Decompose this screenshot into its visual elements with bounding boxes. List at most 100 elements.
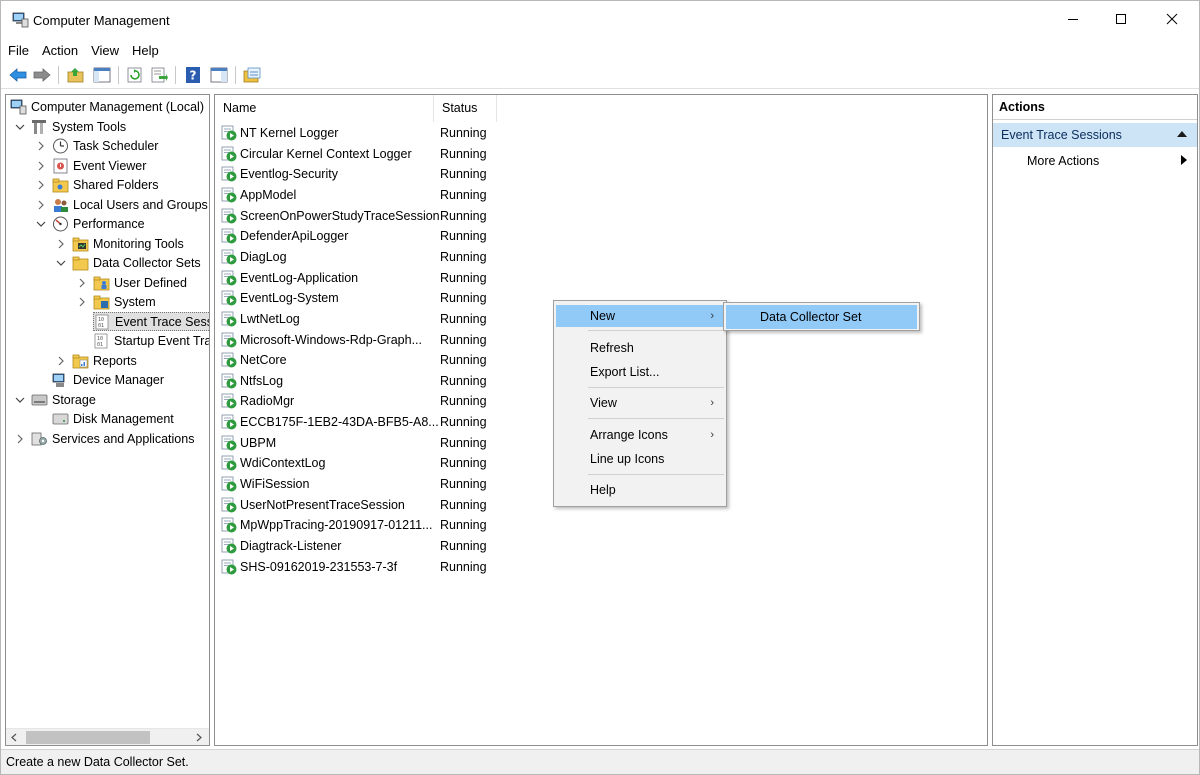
list-item[interactable]: Microsoft-Windows-Rdp-Graph... Running	[221, 330, 511, 350]
list-item-status: Running	[440, 415, 487, 430]
list-item[interactable]: NT Kernel Logger Running	[221, 123, 511, 143]
refresh-button[interactable]	[125, 65, 145, 85]
collapsed-chevron-icon[interactable]	[56, 356, 66, 366]
tree-item-shared-folders[interactable]: Shared Folders	[52, 175, 158, 194]
tree-item-disk-management[interactable]: Disk Management	[52, 409, 174, 428]
list-item[interactable]: NetCore Running	[221, 350, 511, 370]
tree-item-system-tools[interactable]: System Tools	[31, 117, 126, 136]
expanded-chevron-icon[interactable]	[15, 395, 25, 405]
list-item-name: NetCore	[240, 353, 287, 368]
tree-item-performance[interactable]: Performance	[52, 214, 145, 233]
maximize-button[interactable]	[1096, 1, 1146, 37]
menu-action[interactable]: Action	[35, 39, 84, 60]
tree-item-monitoring-tools[interactable]: Monitoring Tools	[72, 234, 184, 253]
tree-item-reports[interactable]: Reports	[72, 351, 137, 370]
scrollbar-thumb[interactable]	[26, 731, 150, 744]
collapsed-chevron-icon[interactable]	[15, 434, 25, 444]
list-item[interactable]: UBPM Running	[221, 433, 511, 453]
context-menu-item-view[interactable]: View ›	[556, 392, 724, 414]
list-item[interactable]: LwtNetLog Running	[221, 309, 511, 329]
context-menu-item-help[interactable]: Help	[556, 479, 724, 501]
list-item[interactable]: WiFiSession Running	[221, 474, 511, 494]
list-item-status: Running	[440, 126, 487, 140]
tree-item-label: Device Manager	[73, 372, 165, 387]
context-menu-item-line-up-icons[interactable]: Line up Icons	[556, 448, 724, 470]
up-one-level-button[interactable]	[66, 65, 86, 85]
collapsed-chevron-icon[interactable]	[56, 239, 66, 249]
show-hide-action-pane-button[interactable]	[209, 65, 229, 85]
export-list-icon	[151, 67, 168, 83]
list-item[interactable]: DiagLog Running	[221, 247, 511, 267]
list-item[interactable]: EventLog-System Running	[221, 288, 511, 308]
tree-item-startup-event-tra[interactable]: 10 01 Startup Event Tra	[93, 331, 209, 350]
tree-item-computer-management-local[interactable]: Computer Management (Local)	[10, 97, 204, 116]
tree-item-system[interactable]: System	[93, 292, 156, 311]
console-tree-pane[interactable]: Computer Management (Local) System Tools T…	[5, 94, 210, 746]
collapsed-chevron-icon[interactable]	[77, 278, 87, 288]
menu-file[interactable]: File	[1, 39, 35, 60]
tree-item-user-defined[interactable]: User Defined	[93, 273, 187, 292]
list-item[interactable]: Eventlog-Security Running	[221, 164, 511, 184]
new-data-collector-button[interactable]	[242, 65, 262, 85]
list-item[interactable]: Diagtrack-Listener Running	[221, 536, 511, 556]
list-item[interactable]: NtfsLog Running	[221, 371, 511, 391]
horizontal-scrollbar[interactable]	[6, 728, 209, 745]
list-item-status: Running	[440, 167, 487, 182]
list-item[interactable]: EventLog-Application Running	[221, 268, 511, 288]
help-button[interactable]: ?	[183, 65, 203, 85]
expanded-chevron-icon[interactable]	[15, 122, 25, 132]
tree-item-task-scheduler[interactable]: Task Scheduler	[52, 136, 158, 155]
collapsed-chevron-icon[interactable]	[36, 161, 46, 171]
computer-management-icon	[10, 99, 27, 114]
computer-management-icon	[12, 12, 29, 28]
list-item[interactable]: RadioMgr Running	[221, 391, 511, 411]
list-item[interactable]: DefenderApiLogger Running	[221, 226, 511, 246]
list-item[interactable]: SHS-09162019-231553-7-3f Running	[221, 557, 511, 577]
tree-item-event-viewer[interactable]: Event Viewer	[52, 156, 146, 175]
tree-item-local-users-and-groups[interactable]: Local Users and Groups	[52, 195, 208, 214]
export-list-button[interactable]	[149, 65, 169, 85]
list-item[interactable]: Circular Kernel Context Logger Running	[221, 144, 511, 164]
context-menu-item-arrange-icons[interactable]: Arrange Icons ›	[556, 424, 724, 446]
collapsed-chevron-icon[interactable]	[77, 297, 87, 307]
list-item[interactable]: ScreenOnPowerStudyTraceSession Running	[221, 206, 511, 226]
show-hide-console-tree-button[interactable]	[92, 65, 112, 85]
list-item-name: UBPM	[240, 435, 277, 450]
context-menu-item-new[interactable]: New ›	[556, 305, 724, 327]
column-header-status[interactable]: Status	[434, 95, 497, 122]
list-item-status: Running	[440, 353, 487, 368]
scroll-left-icon[interactable]	[10, 733, 18, 742]
expanded-chevron-icon[interactable]	[56, 258, 66, 268]
list-item[interactable]: AppModel Running	[221, 185, 511, 205]
more-actions-item[interactable]: More Actions	[1027, 152, 1099, 170]
menu-view[interactable]: View	[84, 39, 125, 60]
forward-button[interactable]	[32, 65, 52, 85]
tree-item-services-and-applications[interactable]: Services and Applications	[31, 429, 194, 448]
minimize-button[interactable]	[1048, 1, 1098, 37]
collapsed-chevron-icon[interactable]	[36, 180, 46, 190]
actions-group-event-trace-sessions[interactable]: Event Trace Sessions	[993, 123, 1197, 147]
context-menu-item-refresh[interactable]: Refresh	[556, 337, 724, 359]
context-menu-item-export-list[interactable]: Export List...	[556, 361, 724, 383]
list-item[interactable]: UserNotPresentTraceSession Running	[221, 495, 511, 515]
expanded-chevron-icon[interactable]	[36, 219, 46, 229]
collapsed-chevron-icon[interactable]	[36, 200, 46, 210]
submenu-item-data-collector-set[interactable]: Data Collector Set	[726, 305, 917, 329]
tree-item-data-collector-sets[interactable]: Data Collector Sets	[72, 253, 201, 272]
toolbar: ?	[1, 62, 1199, 89]
running-session-icon	[221, 228, 237, 244]
collapsed-chevron-icon[interactable]	[36, 141, 46, 151]
collapse-up-icon[interactable]	[1177, 131, 1187, 137]
list-item[interactable]: ECCB175F-1EB2-43DA-BFB5-A8... Running	[221, 412, 511, 432]
tree-item-storage[interactable]: Storage	[31, 390, 96, 409]
toolbar-separator	[58, 66, 59, 84]
scroll-right-icon[interactable]	[195, 733, 203, 742]
column-header-name[interactable]: Name	[215, 95, 434, 122]
list-item[interactable]: WdiContextLog Running	[221, 453, 511, 473]
list-item[interactable]: MpWppTracing-20190917-01211... Running	[221, 515, 511, 535]
tree-item-device-manager[interactable]: Device Manager	[52, 370, 164, 389]
menu-help[interactable]: Help	[125, 39, 165, 60]
tree-item-event-trace-sessi[interactable]: 10 01 Event Trace Sessi	[93, 312, 209, 331]
close-button[interactable]	[1147, 1, 1197, 37]
back-button[interactable]	[8, 65, 28, 85]
